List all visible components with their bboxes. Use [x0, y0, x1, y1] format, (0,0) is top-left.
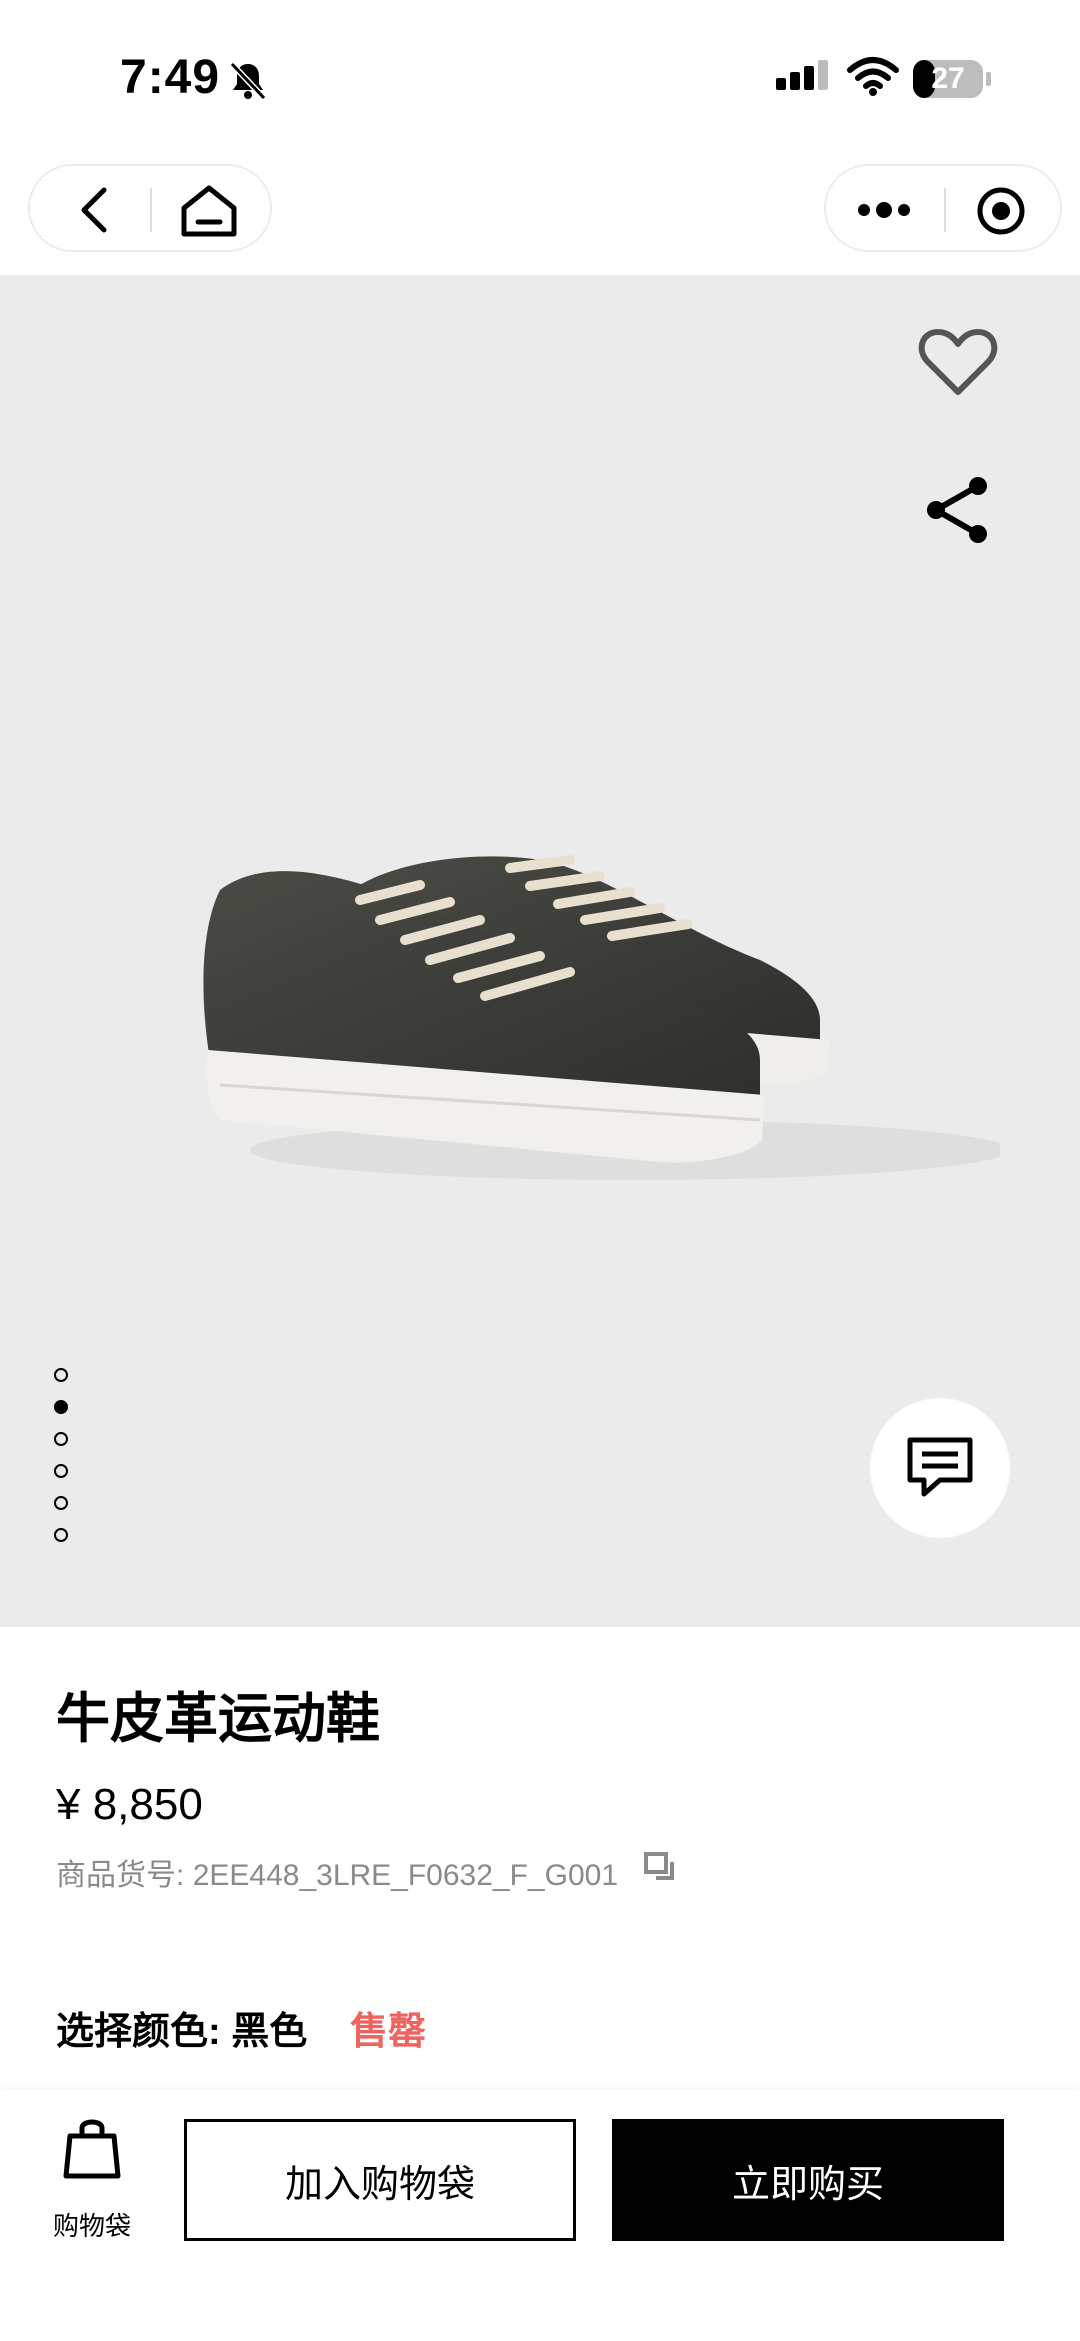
- shopping-bag-button[interactable]: 购物袋: [40, 2116, 144, 2246]
- nav-divider: [944, 188, 946, 232]
- color-value: 黑色: [231, 2011, 308, 2053]
- carousel-dot[interactable]: [54, 1368, 68, 1382]
- buy-now-button[interactable]: 立即购买: [612, 2119, 1004, 2241]
- status-bar: 7:49 27: [0, 0, 1080, 150]
- product-price: ¥ 8,850: [56, 1780, 203, 1829]
- nav-capsule-right: [824, 164, 1062, 252]
- carousel-dot[interactable]: [54, 1464, 68, 1478]
- more-icon[interactable]: [856, 192, 912, 228]
- copy-icon[interactable]: [642, 1850, 676, 1884]
- color-selector[interactable]: 选择颜色: 黑色: [56, 2000, 307, 2055]
- sku-label: 商品货号:: [56, 1859, 185, 1892]
- heart-icon[interactable]: [918, 326, 998, 398]
- color-label: 选择颜色:: [56, 2011, 221, 2053]
- chat-icon: [907, 1437, 973, 1497]
- battery-level: 27: [931, 62, 965, 95]
- battery-icon: 27: [912, 58, 992, 100]
- share-icon[interactable]: [920, 472, 996, 548]
- sold-out-badge: 售罄: [350, 2011, 427, 2053]
- nav-capsule-left: [28, 164, 272, 252]
- wifi-icon: [847, 57, 899, 96]
- signal-icon: [776, 60, 828, 90]
- sku-value: 2EE448_3LRE_F0632_F_G001: [192, 1859, 619, 1892]
- customer-service-button[interactable]: [870, 1398, 1010, 1538]
- carousel-dot-active[interactable]: [54, 1400, 68, 1414]
- product-title: 牛皮革运动鞋: [56, 1689, 380, 1749]
- status-time: 7:49: [120, 51, 221, 104]
- carousel-dot[interactable]: [54, 1496, 68, 1510]
- home-icon[interactable]: [178, 184, 240, 238]
- add-to-bag-button[interactable]: 加入购物袋: [184, 2119, 576, 2241]
- carousel-dot[interactable]: [54, 1432, 68, 1446]
- product-image: [203, 855, 1000, 1180]
- product-sku: 商品货号: 2EE448_3LRE_F0632_F_G001: [56, 1850, 618, 1894]
- nav-divider: [150, 188, 152, 232]
- bag-label: 购物袋: [52, 2211, 131, 2241]
- back-icon[interactable]: [76, 186, 112, 234]
- silent-bell-icon: [229, 61, 267, 101]
- carousel-indicator: [54, 1368, 72, 1560]
- target-icon[interactable]: [976, 186, 1026, 236]
- carousel-dot[interactable]: [54, 1528, 68, 1542]
- bag-icon: [63, 2119, 121, 2179]
